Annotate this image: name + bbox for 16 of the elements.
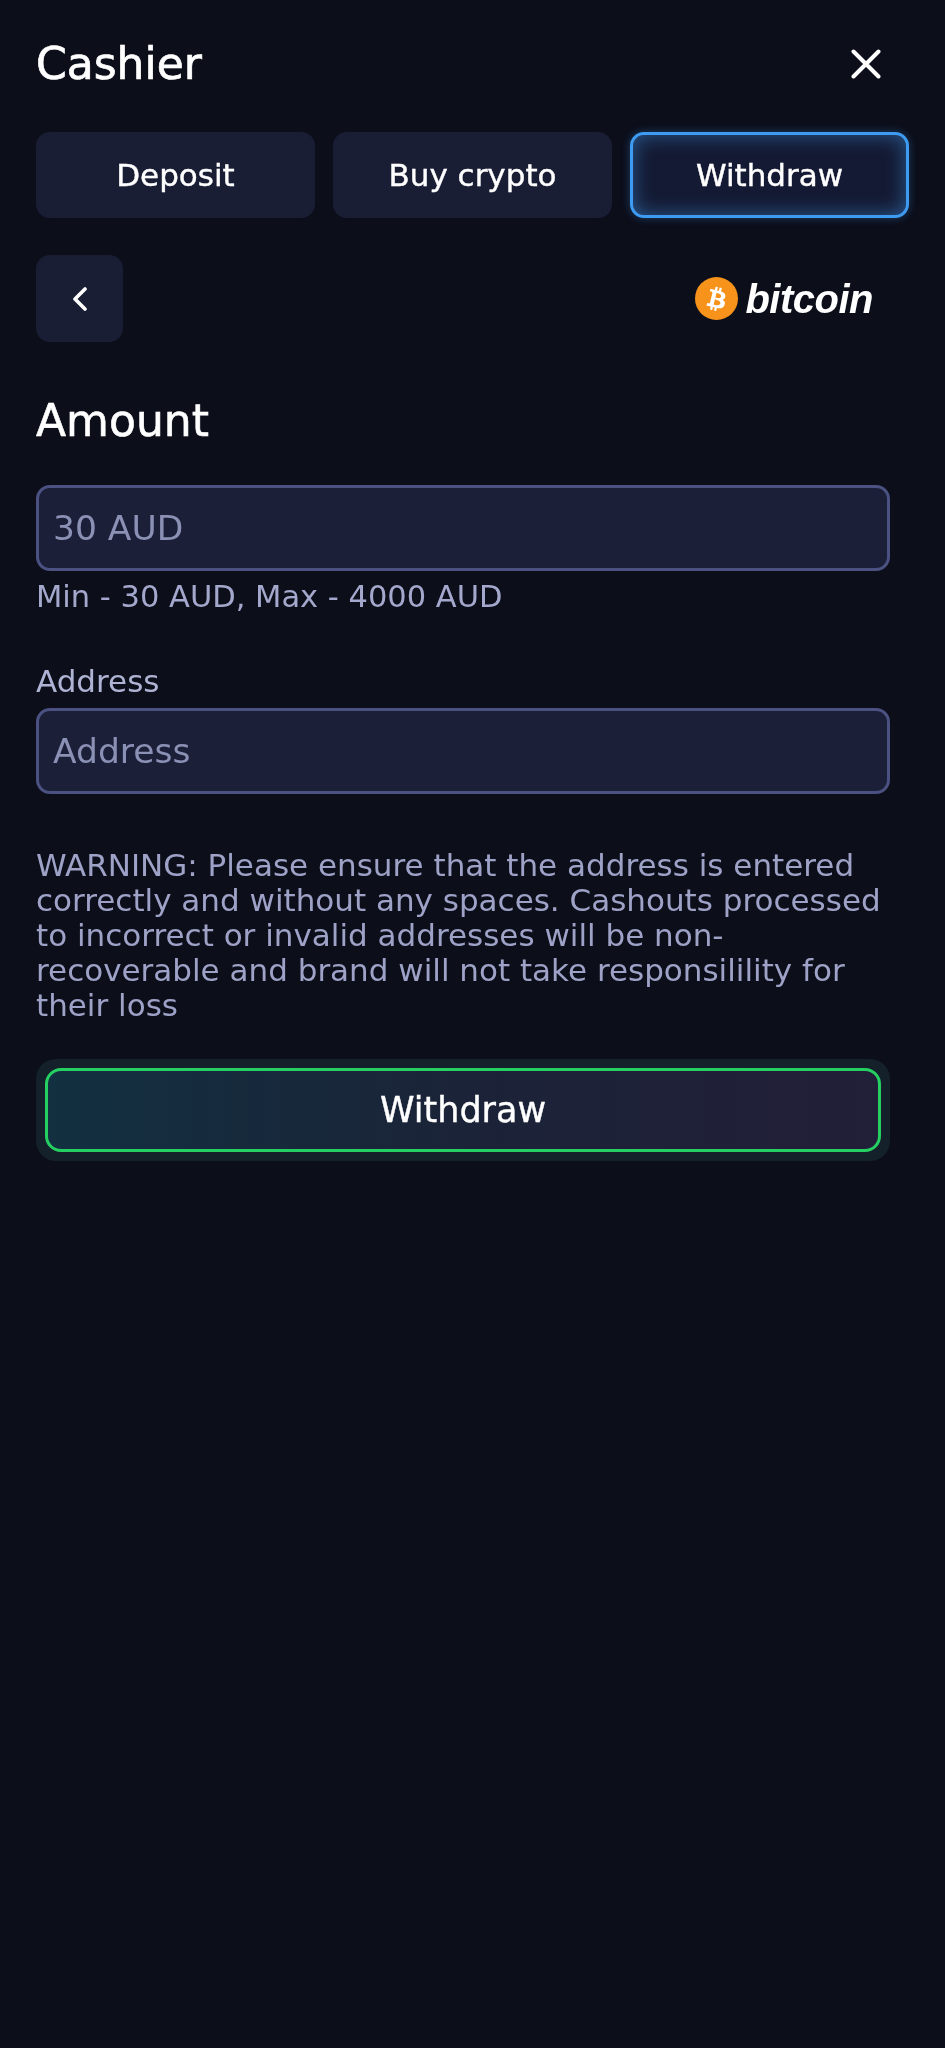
address-label: Address	[36, 663, 161, 699]
warning-text: WARNING: Please ensure that the address is entered correctly and without any spaces. Cashouts processed to incorrect or invalid addresses will be non-recoverable and brand will not take responsilility for their loss	[36, 848, 882, 1023]
cashier-tab[interactable]: Deposit	[36, 132, 315, 218]
cashier-tab[interactable]: Buy crypto	[333, 132, 612, 218]
cashier-tab[interactable]: Withdraw	[630, 132, 909, 218]
withdraw-button[interactable]: Withdraw	[36, 1059, 890, 1161]
amount-field[interactable]: 30 AUD	[36, 485, 890, 571]
amount-limits-text: Min - 30 AUD, Max - 4000 AUD	[36, 579, 504, 615]
close-button[interactable]	[850, 48, 882, 80]
close-icon	[851, 49, 881, 79]
coin-icon	[695, 277, 739, 320]
payment-method-name: bitcoin	[745, 275, 873, 322]
screen-title: Cashier	[36, 37, 202, 91]
chevron-left-icon	[71, 286, 88, 311]
amount-heading: Amount	[36, 395, 210, 447]
address-field[interactable]: Address	[36, 708, 890, 794]
